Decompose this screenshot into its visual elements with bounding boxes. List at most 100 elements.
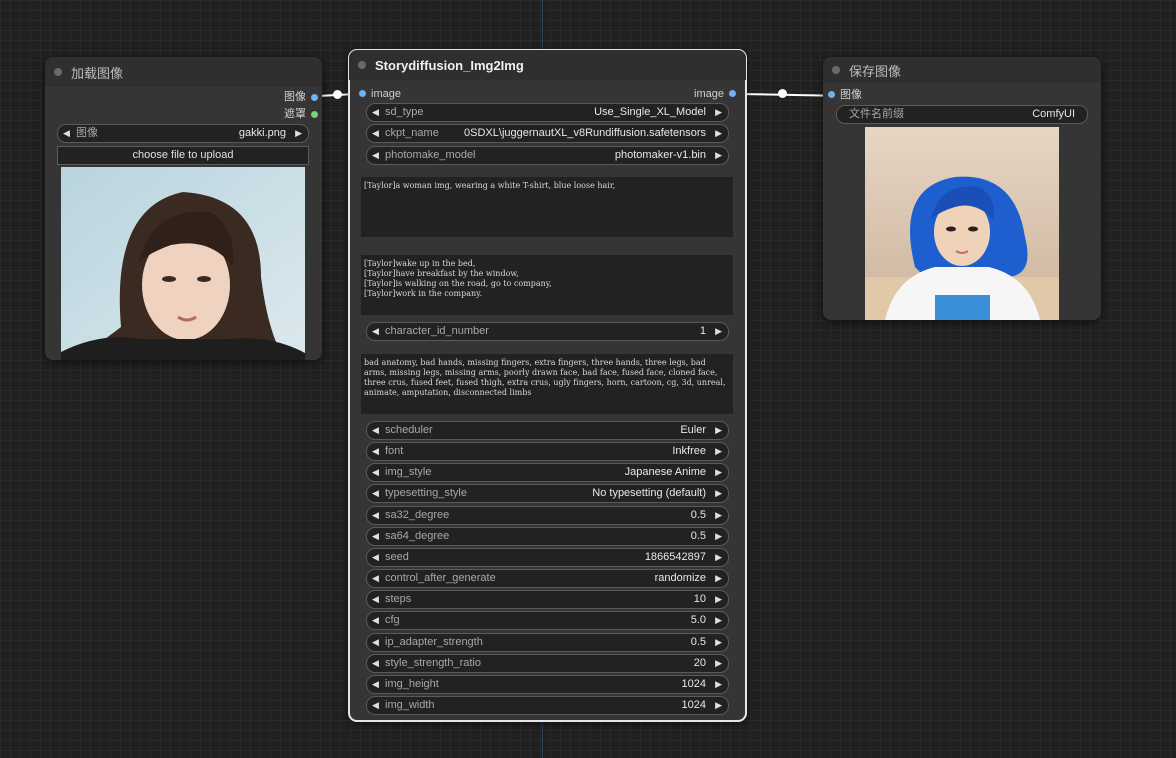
prev-arrow-icon[interactable]: ◀ bbox=[372, 464, 379, 481]
style-strength-ratio-widget[interactable]: ◀ style_strength_ratio 20 ▶ bbox=[366, 653, 729, 673]
link-midpoint-right[interactable] bbox=[778, 89, 787, 98]
next-arrow-icon[interactable]: ▶ bbox=[715, 422, 722, 439]
prev-arrow-icon[interactable]: ◀ bbox=[372, 443, 379, 460]
sa64-degree-widget[interactable]: ◀ sa64_degree 0.5 ▶ bbox=[366, 526, 729, 546]
prev-arrow-icon[interactable]: ◀ bbox=[372, 323, 379, 340]
upload-button[interactable]: choose file to upload bbox=[57, 146, 309, 165]
cfg-label: cfg bbox=[385, 614, 400, 627]
character-id-widget[interactable]: ◀ character_id_number 1 ▶ bbox=[366, 322, 729, 341]
next-arrow-icon[interactable]: ▶ bbox=[715, 507, 722, 524]
next-arrow-icon[interactable]: ▶ bbox=[715, 323, 722, 340]
storydiffusion-node[interactable]: Storydiffusion_Img2Img image image [Tayl… bbox=[348, 49, 747, 722]
ip-adapter-strength-value: 0.5 bbox=[690, 635, 706, 648]
sa32-degree-widget[interactable]: ◀ sa32_degree 0.5 ▶ bbox=[366, 505, 729, 525]
saved-image-preview bbox=[865, 127, 1059, 320]
next-arrow-icon[interactable]: ▶ bbox=[715, 697, 722, 714]
scheduler-widget[interactable]: ◀ scheduler Euler ▶ bbox=[366, 421, 729, 440]
output-image-port[interactable] bbox=[311, 94, 318, 101]
img-style-label: img_style bbox=[385, 466, 432, 479]
prev-arrow-icon[interactable]: ◀ bbox=[372, 570, 379, 587]
control-after-generate-value: randomize bbox=[654, 572, 706, 585]
style-strength-ratio-label: style_strength_ratio bbox=[385, 656, 481, 669]
sd-type-label: sd_type bbox=[385, 106, 424, 118]
save-image-node[interactable]: 保存图像 图像 文件名前缀 ComfyUI bbox=[823, 57, 1101, 320]
prev-arrow-icon[interactable]: ◀ bbox=[372, 655, 379, 672]
scheduler-value: Euler bbox=[680, 424, 706, 436]
load-image-title[interactable]: 加载图像 bbox=[45, 57, 322, 87]
link-midpoint-left[interactable] bbox=[333, 90, 342, 99]
prev-arrow-icon[interactable]: ◀ bbox=[372, 697, 379, 714]
ckpt-name-widget[interactable]: ◀ ckpt_name 0SDXL\juggernautXL_v8Rundiffus… bbox=[366, 124, 729, 143]
prev-arrow-icon[interactable]: ◀ bbox=[372, 507, 379, 524]
prev-arrow-icon[interactable]: ◀ bbox=[372, 125, 379, 142]
prev-arrow-icon[interactable]: ◀ bbox=[63, 125, 70, 142]
ip-adapter-strength-widget[interactable]: ◀ ip_adapter_strength 0.5 ▶ bbox=[366, 632, 729, 652]
prev-arrow-icon[interactable]: ◀ bbox=[372, 528, 379, 545]
next-arrow-icon[interactable]: ▶ bbox=[715, 443, 722, 460]
control-after-generate-label: control_after_generate bbox=[385, 572, 496, 585]
prev-arrow-icon[interactable]: ◀ bbox=[372, 634, 379, 651]
next-arrow-icon[interactable]: ▶ bbox=[715, 104, 722, 121]
next-arrow-icon[interactable]: ▶ bbox=[715, 570, 722, 587]
next-arrow-icon[interactable]: ▶ bbox=[715, 464, 722, 481]
character-prompt-textarea[interactable]: [Taylor]a woman img, wearing a white T-s… bbox=[361, 177, 733, 237]
filename-prefix-value: ComfyUI bbox=[1032, 108, 1075, 120]
next-arrow-icon[interactable]: ▶ bbox=[715, 634, 722, 651]
scheduler-label: scheduler bbox=[385, 424, 433, 436]
img-width-value: 1024 bbox=[681, 698, 706, 711]
sd-type-widget[interactable]: ◀ sd_type Use_Single_XL_Model ▶ bbox=[366, 103, 729, 122]
steps-value: 10 bbox=[693, 593, 706, 606]
font-widget[interactable]: ◀ font Inkfree ▶ bbox=[366, 442, 729, 462]
photomake-model-value: photomaker-v1.bin bbox=[614, 149, 706, 161]
ip-adapter-strength-label: ip_adapter_strength bbox=[385, 635, 483, 648]
scene-prompt-textarea[interactable]: [Taylor]wake up in the bed, [Taylor]have… bbox=[361, 255, 733, 315]
next-arrow-icon[interactable]: ▶ bbox=[715, 655, 722, 672]
prev-arrow-icon[interactable]: ◀ bbox=[372, 612, 379, 629]
img-style-widget[interactable]: ◀ img_style Japanese Anime ▶ bbox=[366, 463, 729, 483]
collapse-dot-icon[interactable] bbox=[54, 68, 62, 76]
next-arrow-icon[interactable]: ▶ bbox=[715, 549, 722, 566]
img-width-widget[interactable]: ◀ img_width 1024 ▶ bbox=[366, 695, 729, 715]
prev-arrow-icon[interactable]: ◀ bbox=[372, 549, 379, 566]
steps-widget[interactable]: ◀ steps 10 ▶ bbox=[366, 590, 729, 610]
photomake-model-widget[interactable]: ◀ photomake_model photomaker-v1.bin ▶ bbox=[366, 146, 729, 165]
collapse-dot-icon[interactable] bbox=[358, 61, 366, 69]
ckpt-name-value: 0SDXL\juggernautXL_v8Rundiffusion.safete… bbox=[464, 127, 706, 139]
prev-arrow-icon[interactable]: ◀ bbox=[372, 591, 379, 608]
next-arrow-icon[interactable]: ▶ bbox=[295, 125, 302, 142]
prev-arrow-icon[interactable]: ◀ bbox=[372, 422, 379, 439]
save-image-title[interactable]: 保存图像 bbox=[823, 57, 1101, 83]
image-select-widget[interactable]: ◀ 图像 gakki.png ▶ bbox=[57, 124, 309, 143]
control-after-generate-widget[interactable]: ◀ control_after_generate randomize ▶ bbox=[366, 569, 729, 589]
prev-arrow-icon[interactable]: ◀ bbox=[372, 147, 379, 164]
sa64-degree-value: 0.5 bbox=[690, 529, 706, 542]
input-image-port[interactable] bbox=[359, 90, 366, 97]
img-height-widget[interactable]: ◀ img_height 1024 ▶ bbox=[366, 674, 729, 694]
output-mask-port[interactable] bbox=[311, 111, 318, 118]
storydiffusion-title[interactable]: Storydiffusion_Img2Img bbox=[349, 50, 746, 80]
character-id-value: 1 bbox=[699, 325, 706, 337]
next-arrow-icon[interactable]: ▶ bbox=[715, 485, 722, 502]
negative-prompt-textarea[interactable]: bad anatomy, bad hands, missing fingers,… bbox=[361, 354, 733, 414]
output-image-port[interactable] bbox=[729, 90, 736, 97]
collapse-dot-icon[interactable] bbox=[832, 66, 840, 74]
graph-canvas[interactable]: 加载图像 图像 遮罩 ◀ 图像 gakki.png ▶ choose file … bbox=[0, 0, 1176, 758]
next-arrow-icon[interactable]: ▶ bbox=[715, 528, 722, 545]
next-arrow-icon[interactable]: ▶ bbox=[715, 676, 722, 693]
next-arrow-icon[interactable]: ▶ bbox=[715, 612, 722, 629]
prev-arrow-icon[interactable]: ◀ bbox=[372, 485, 379, 502]
load-image-node[interactable]: 加载图像 图像 遮罩 ◀ 图像 gakki.png ▶ choose file … bbox=[45, 57, 322, 360]
img-width-label: img_width bbox=[385, 698, 435, 711]
next-arrow-icon[interactable]: ▶ bbox=[715, 591, 722, 608]
next-arrow-icon[interactable]: ▶ bbox=[715, 125, 722, 142]
prev-arrow-icon[interactable]: ◀ bbox=[372, 104, 379, 121]
seed-widget[interactable]: ◀ seed 1866542897 ▶ bbox=[366, 547, 729, 567]
next-arrow-icon[interactable]: ▶ bbox=[715, 147, 722, 164]
input-image-port[interactable] bbox=[828, 91, 835, 98]
prev-arrow-icon[interactable]: ◀ bbox=[372, 676, 379, 693]
img-style-value: Japanese Anime bbox=[624, 466, 706, 479]
typesetting-style-widget[interactable]: ◀ typesetting_style No typesetting (defaul… bbox=[366, 484, 729, 504]
filename-prefix-widget[interactable]: 文件名前缀 ComfyUI bbox=[836, 105, 1088, 124]
ckpt-name-label: ckpt_name bbox=[385, 127, 439, 139]
cfg-widget[interactable]: ◀ cfg 5.0 ▶ bbox=[366, 611, 729, 631]
